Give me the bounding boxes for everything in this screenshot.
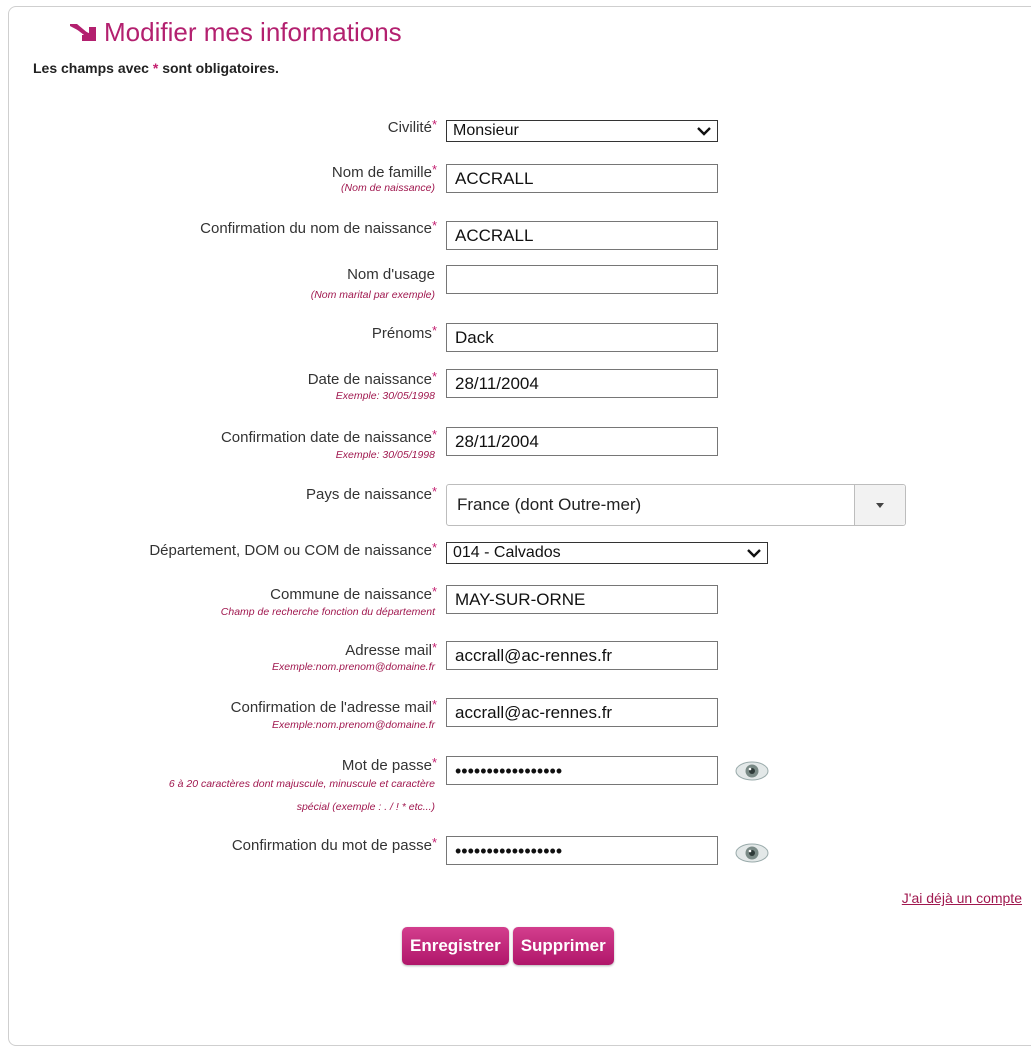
- note-before: Les champs avec: [33, 60, 153, 76]
- conf-email-label: Confirmation de l'adresse mail*: [230, 697, 437, 716]
- commune-value: MAY-SUR-ORNE: [455, 589, 586, 609]
- nom-usage-hint: (Nom marital par exemple): [310, 289, 435, 301]
- conf-date-value: 28/11/2004: [455, 431, 539, 451]
- commune-input[interactable]: MAY-SUR-ORNE: [446, 585, 718, 614]
- nom-usage-input[interactable]: [446, 265, 718, 294]
- email-field[interactable]: accrall@ac-rennes.fr: [446, 641, 718, 670]
- required-mark: *: [431, 540, 437, 555]
- conf-email-value: accrall@ac-rennes.fr: [455, 702, 613, 722]
- date-naissance-label: Date de naissance*: [307, 369, 437, 388]
- commune-label: Commune de naissance*: [270, 584, 437, 603]
- required-fields-note: Les champs avec * sont obligatoires.: [33, 60, 279, 76]
- conf-email-field[interactable]: accrall@ac-rennes.fr: [446, 698, 718, 727]
- commune-hint: Champ de recherche fonction du départeme…: [220, 606, 435, 618]
- departement-label: Département, DOM ou COM de naissance*: [149, 540, 437, 559]
- delete-button[interactable]: Supprimer: [512, 927, 614, 965]
- nom-famille-label: Nom de famille*: [331, 162, 437, 181]
- departement-select[interactable]: 014 - Calvados: [446, 542, 768, 564]
- mdp-hint-line1: 6 à 20 caractères dont majuscule, minusc…: [168, 778, 435, 790]
- conf-nom-label: Confirmation du nom de naissance*: [200, 218, 437, 237]
- chevron-down-icon: [747, 548, 761, 558]
- prenoms-label: Prénoms*: [371, 323, 437, 342]
- conf-nom-value: ACCRALL: [455, 225, 534, 245]
- prenoms-input[interactable]: Dack: [446, 323, 718, 352]
- email-label: Adresse mail*: [345, 640, 437, 659]
- conf-password-field[interactable]: •••••••••••••••••: [446, 836, 718, 865]
- nom-famille-hint: (Nom de naissance): [341, 182, 435, 194]
- prenoms-value: Dack: [455, 327, 494, 347]
- password-field[interactable]: •••••••••••••••••: [446, 756, 718, 785]
- save-button[interactable]: Enregistrer: [402, 927, 509, 965]
- date-naissance-input[interactable]: 28/11/2004: [446, 369, 718, 398]
- chevron-down-icon: [697, 126, 711, 136]
- required-mark: *: [431, 218, 437, 233]
- conf-email-hint: Exemple:nom.prenom@domaine.fr: [272, 719, 435, 731]
- nom-famille-value: ACCRALL: [455, 168, 534, 188]
- conf-password-value: •••••••••••••••••: [455, 840, 563, 861]
- required-mark: *: [431, 755, 437, 770]
- pays-combobox[interactable]: France (dont Outre-mer): [446, 484, 906, 526]
- required-mark: *: [431, 697, 437, 712]
- conf-nom-input[interactable]: ACCRALL: [446, 221, 718, 250]
- civilite-select[interactable]: Monsieur: [446, 120, 718, 142]
- mdp-label: Mot de passe*: [341, 755, 437, 774]
- eye-icon[interactable]: [734, 760, 770, 782]
- date-naissance-hint: Exemple: 30/05/1998: [335, 390, 435, 402]
- required-mark: *: [431, 323, 437, 338]
- mdp-hint-line2: spécial (exemple : . / ! * etc...): [296, 801, 435, 813]
- existing-account-link[interactable]: J'ai déjà un compte: [902, 890, 1022, 906]
- form-panel: [8, 6, 1031, 1046]
- note-after: sont obligatoires.: [158, 60, 279, 76]
- required-mark: *: [431, 584, 437, 599]
- required-mark: *: [431, 640, 437, 655]
- form-actions: Enregistrer Supprimer: [402, 927, 614, 965]
- conf-mdp-label: Confirmation du mot de passe*: [231, 835, 437, 854]
- eye-icon[interactable]: [734, 842, 770, 864]
- pays-dropdown-button[interactable]: [854, 485, 905, 525]
- civilite-value: Monsieur: [453, 122, 519, 139]
- conf-date-input[interactable]: 28/11/2004: [446, 427, 718, 456]
- password-value: •••••••••••••••••: [455, 760, 563, 781]
- arrow-down-right-icon: [68, 22, 98, 42]
- page-title: Modifier mes informations: [68, 14, 402, 50]
- required-mark: *: [431, 427, 437, 442]
- date-naissance-value: 28/11/2004: [455, 373, 539, 393]
- required-mark: *: [431, 835, 437, 850]
- email-hint: Exemple:nom.prenom@domaine.fr: [272, 661, 435, 673]
- conf-date-label: Confirmation date de naissance*: [220, 427, 437, 446]
- nom-famille-input[interactable]: ACCRALL: [446, 164, 718, 193]
- pays-value: France (dont Outre-mer): [457, 495, 642, 514]
- civilite-label: Civilité*: [387, 117, 437, 136]
- pays-label: Pays de naissance*: [306, 484, 437, 503]
- conf-date-hint: Exemple: 30/05/1998: [335, 449, 435, 461]
- departement-value: 014 - Calvados: [453, 544, 561, 561]
- email-value: accrall@ac-rennes.fr: [455, 645, 613, 665]
- caret-down-icon: [876, 502, 884, 508]
- nom-usage-label: Nom d'usage: [347, 266, 435, 283]
- required-mark: *: [431, 162, 437, 177]
- required-mark: *: [431, 484, 437, 499]
- required-mark: *: [431, 117, 437, 132]
- page-title-text: Modifier mes informations: [104, 16, 402, 47]
- required-mark: *: [431, 369, 437, 384]
